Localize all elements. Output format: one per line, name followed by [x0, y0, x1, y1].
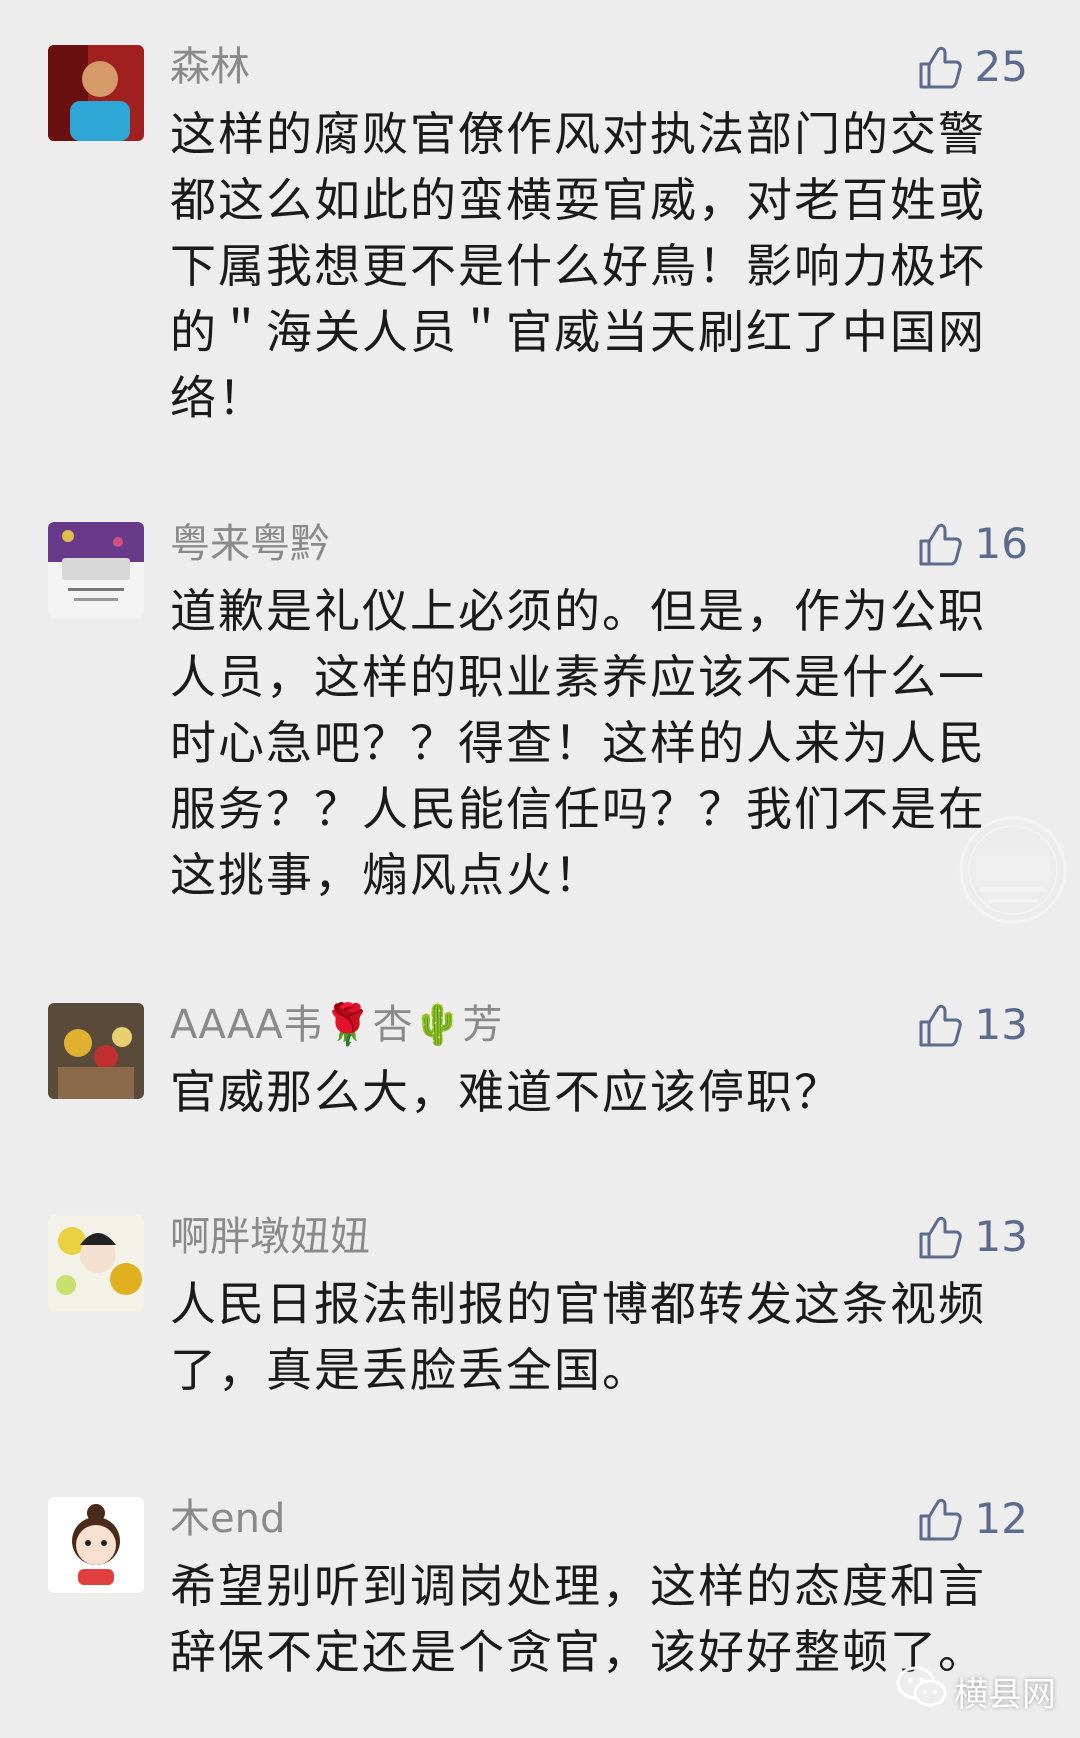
commenter-name[interactable]: 森林 — [170, 39, 250, 95]
avatar[interactable] — [48, 1003, 144, 1099]
like-button[interactable]: 13 — [917, 1207, 1028, 1267]
commenter-name[interactable]: AAAA韦🌹杏🌵芳 — [170, 997, 502, 1053]
like-button[interactable]: 16 — [917, 514, 1028, 574]
like-button[interactable]: 13 — [917, 995, 1028, 1055]
commenter-name[interactable]: 木end — [170, 1491, 285, 1547]
like-count: 25 — [974, 42, 1028, 91]
like-count: 16 — [974, 519, 1028, 568]
comment-text: 这样的腐败官僚作风对执法部门的交警都这么如此的蛮横耍官威，对老百姓或下属我想更不… — [170, 107, 986, 425]
avatar[interactable] — [48, 522, 144, 618]
thumbs-up-icon — [917, 1495, 965, 1543]
avatar[interactable] — [48, 1215, 144, 1311]
comment-text: 官威那么大，难道不应该停职？ — [170, 1065, 842, 1119]
commenter-name[interactable]: 啊胖墩妞妞 — [170, 1209, 370, 1265]
avatar[interactable] — [48, 1497, 144, 1593]
commenter-name[interactable]: 粤来粤黔 — [170, 516, 330, 572]
like-count: 13 — [974, 1212, 1028, 1261]
thumbs-up-icon — [917, 1213, 965, 1261]
like-count: 12 — [974, 1494, 1028, 1543]
thumbs-up-icon — [917, 43, 965, 91]
thumbs-up-icon — [917, 520, 965, 568]
comment-text: 人民日报法制报的官博都转发这条视频了，真是丢脸丢全国。 — [170, 1277, 986, 1397]
like-button[interactable]: 25 — [917, 37, 1028, 97]
like-button[interactable]: 12 — [917, 1489, 1028, 1549]
comment-text: 道歉是礼仪上必须的。但是，作为公职人员，这样的职业素养应该不是什么一时心急吧？？… — [170, 584, 986, 902]
thumbs-up-icon — [917, 1001, 965, 1049]
source-name: 横县网 — [954, 1675, 1056, 1715]
avatar[interactable] — [48, 45, 144, 141]
wechat-icon — [896, 1665, 954, 1718]
like-count: 13 — [974, 1000, 1028, 1049]
source-label: 横县网 — [896, 1665, 1056, 1718]
watermark-seal — [958, 815, 1068, 925]
